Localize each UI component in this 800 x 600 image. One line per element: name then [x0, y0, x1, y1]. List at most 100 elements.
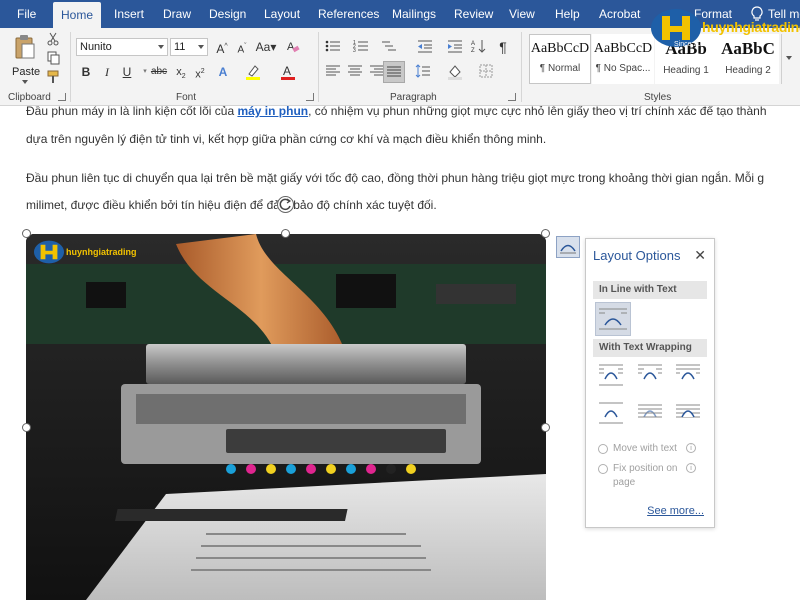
underline-icon[interactable]: U	[118, 63, 136, 81]
clipboard-group-label: Clipboard	[8, 92, 51, 103]
style-name: Heading 2	[725, 65, 771, 76]
selected-picture[interactable]: huynhgiatrading	[26, 234, 546, 600]
subscript-icon[interactable]: x2	[172, 63, 190, 81]
increase-indent-icon[interactable]	[446, 38, 464, 56]
style-normal[interactable]: AaBbCcD ¶ Normal	[529, 34, 591, 84]
info-icon[interactable]: i	[686, 463, 696, 473]
bold-icon[interactable]: B	[77, 63, 95, 81]
paragraph-text: Đầu phun máy in là linh kiện cốt lõi của	[26, 106, 238, 118]
line-spacing-icon[interactable]	[414, 63, 432, 81]
style-name: ¶ Normal	[539, 63, 581, 74]
paste-button[interactable]: Paste	[8, 32, 42, 86]
font-color-icon[interactable]: A	[279, 63, 297, 81]
format-painter-icon[interactable]	[44, 69, 62, 87]
paragraph-2-line-2: milimet, được điều khiển bởi tín hiệu đi…	[26, 198, 437, 212]
text-effects-icon[interactable]: A	[214, 63, 232, 81]
pilcrow-icon[interactable]: ¶	[494, 38, 512, 56]
wrap-inline-icon	[599, 308, 627, 330]
font-group-label: Font	[176, 92, 197, 103]
resize-handle-top[interactable]	[281, 229, 290, 238]
resize-handle-top-left[interactable]	[22, 229, 31, 238]
bullets-icon[interactable]	[324, 38, 342, 56]
rotate-icon	[279, 198, 292, 211]
wrap-inline-option[interactable]	[595, 302, 631, 336]
paragraph-launcher-icon[interactable]	[508, 93, 516, 101]
tab-acrobat[interactable]: Acrobat	[599, 0, 640, 28]
style-name: Heading 1	[663, 65, 709, 76]
see-more-link[interactable]: See more...	[647, 505, 704, 517]
resize-handle-left[interactable]	[22, 423, 31, 432]
wrap-behind-text-option[interactable]	[636, 399, 664, 427]
font-size-value: 11	[174, 41, 186, 53]
tab-insert[interactable]: Insert	[114, 0, 144, 28]
fix-position-radio[interactable]	[598, 464, 608, 474]
cut-icon[interactable]	[44, 31, 62, 49]
paragraph-2-line-1: Đầu phun liên tục di chuyển qua lại trên…	[26, 171, 765, 185]
logo-text: huynhgiatrading	[702, 19, 800, 35]
tab-mailings[interactable]: Mailings	[392, 0, 436, 28]
tab-design[interactable]: Design	[209, 0, 246, 28]
info-icon[interactable]: i	[686, 443, 696, 453]
align-left-icon[interactable]	[324, 63, 342, 81]
paragraph-1-line-1: Đầu phun máy in là linh kiện cốt lõi của…	[26, 106, 767, 118]
tab-view[interactable]: View	[509, 0, 535, 28]
tab-home[interactable]: Home	[53, 2, 101, 28]
watermark-text: huynhgiatrading	[66, 247, 137, 257]
wrap-square-option[interactable]	[597, 361, 625, 389]
tab-references[interactable]: References	[318, 0, 379, 28]
tab-file[interactable]: File	[17, 0, 36, 28]
layout-options-pane: Layout Options ✕ In Line with Text With …	[585, 238, 715, 528]
style-sample: AaBbCcD	[593, 41, 653, 56]
strikethrough-icon[interactable]: abc	[148, 63, 170, 81]
shrink-font-icon[interactable]: Aˇ	[233, 38, 251, 56]
wrap-behind-text-icon	[638, 404, 662, 418]
sort-icon[interactable]: AZ	[470, 38, 488, 56]
link-may-in-phun[interactable]: máy in phun	[237, 106, 308, 118]
wrap-tight-option[interactable]	[636, 361, 664, 389]
wrap-top-bottom-option[interactable]	[597, 399, 625, 427]
inline-section-label: In Line with Text	[593, 281, 707, 299]
multilevel-list-icon[interactable]	[380, 38, 398, 56]
rotate-handle[interactable]	[277, 196, 294, 213]
borders-icon[interactable]	[478, 63, 496, 81]
font-size-select[interactable]: 11	[170, 38, 208, 56]
paste-label: Paste	[12, 66, 41, 78]
clipboard-launcher-icon[interactable]	[58, 93, 66, 101]
picture-watermark: huynhgiatrading	[32, 240, 142, 266]
font-name-select[interactable]: Nunito	[76, 38, 168, 56]
font-launcher-icon[interactable]	[306, 93, 314, 101]
brand-logo: Since 2010 huynhgiatrading	[650, 8, 800, 48]
numbering-icon[interactable]: 123	[352, 38, 370, 56]
close-icon[interactable]: ✕	[694, 247, 706, 264]
copy-icon[interactable]	[44, 50, 62, 68]
tab-help[interactable]: Help	[555, 0, 580, 28]
justify-icon[interactable]	[383, 61, 405, 83]
style-no-spacing[interactable]: AaBbCcD ¶ No Spac...	[592, 34, 654, 84]
tab-draw[interactable]: Draw	[163, 0, 191, 28]
grow-font-icon[interactable]: A^	[213, 38, 231, 56]
move-with-text-radio[interactable]	[598, 444, 608, 454]
tab-layout[interactable]: Layout	[264, 0, 300, 28]
wrap-in-front-option[interactable]	[674, 399, 702, 427]
align-center-icon[interactable]	[346, 63, 364, 81]
tab-review[interactable]: Review	[454, 0, 493, 28]
italic-icon[interactable]: I	[98, 63, 116, 81]
layout-options-title: Layout Options	[593, 248, 681, 263]
svg-text:Z: Z	[471, 48, 475, 53]
superscript-icon[interactable]: x2	[191, 63, 209, 81]
resize-handle-right[interactable]	[541, 423, 550, 432]
shading-icon[interactable]	[446, 63, 464, 81]
group-divider	[521, 32, 522, 102]
highlight-icon[interactable]	[244, 63, 262, 81]
change-case-icon[interactable]: Aa▾	[254, 38, 278, 56]
chevron-down-icon	[158, 45, 164, 49]
wrap-through-option[interactable]	[674, 361, 702, 389]
chevron-down-icon	[198, 45, 204, 49]
layout-options-button[interactable]	[556, 236, 580, 258]
style-name: ¶ No Spac...	[595, 63, 651, 74]
clear-formatting-icon[interactable]: A	[284, 38, 302, 56]
resize-handle-top-right[interactable]	[541, 229, 550, 238]
decrease-indent-icon[interactable]	[416, 38, 434, 56]
paste-icon	[14, 34, 36, 63]
printhead-photo	[26, 234, 546, 600]
